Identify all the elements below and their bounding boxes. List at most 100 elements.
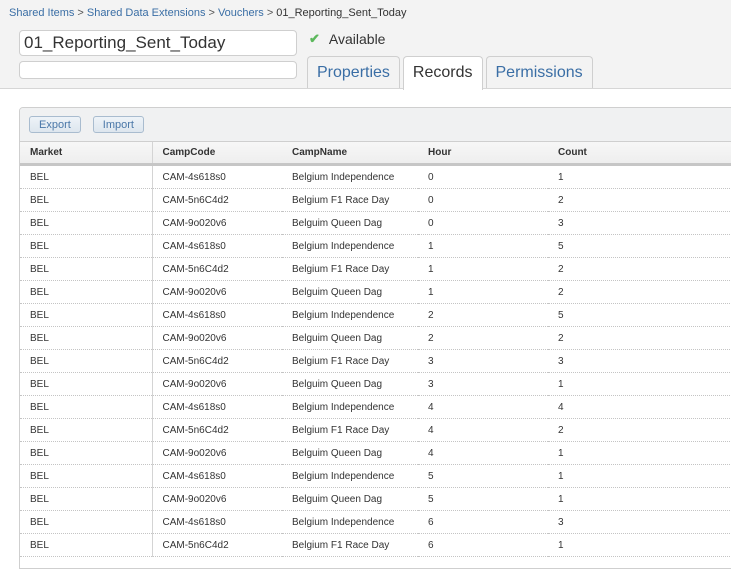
cell-market: BEL	[20, 418, 153, 442]
cell-campname: Belguim Queen Dag	[282, 280, 418, 304]
cell-count: 5	[548, 303, 731, 327]
table-row[interactable]: BEL CAM-5n6C4d2 Belgium F1 Race Day 0 2	[20, 188, 731, 212]
cell-hour: 2	[418, 303, 548, 327]
table-row[interactable]: BEL CAM-9o020v6 Belguim Queen Dag 1 2	[20, 280, 731, 304]
column-header-market[interactable]: Market	[20, 142, 153, 166]
cell-market: BEL	[20, 510, 153, 534]
column-header-campcode[interactable]: CampCode	[152, 142, 282, 166]
cell-market: BEL	[20, 234, 153, 258]
table-row[interactable]: BEL CAM-9o020v6 Belguim Queen Dag 5 1	[20, 487, 731, 511]
cell-count: 2	[548, 326, 731, 350]
breadcrumb-current: 01_Reporting_Sent_Today	[276, 7, 407, 19]
table-header-row: Market CampCode CampName Hour Count	[20, 142, 731, 166]
column-header-hour[interactable]: Hour	[418, 142, 548, 166]
cell-count: 2	[548, 418, 731, 442]
cell-campname: Belguim Queen Dag	[282, 441, 418, 465]
cell-campcode: CAM-9o020v6	[152, 372, 282, 396]
cell-count: 1	[548, 533, 731, 557]
status-indicator: ✔ Available	[309, 31, 385, 47]
table-row[interactable]: BEL CAM-5n6C4d2 Belgium F1 Race Day 4 2	[20, 418, 731, 442]
cell-market: BEL	[20, 464, 153, 488]
cell-market: BEL	[20, 164, 153, 189]
table-row[interactable]: BEL CAM-9o020v6 Belguim Queen Dag 0 3	[20, 211, 731, 235]
cell-hour: 5	[418, 464, 548, 488]
cell-count: 3	[548, 510, 731, 534]
cell-count: 1	[548, 372, 731, 396]
cell-campcode: CAM-4s618s0	[152, 164, 282, 189]
cell-market: BEL	[20, 487, 153, 511]
cell-campname: Belgium Independence	[282, 303, 418, 327]
records-table: Market CampCode CampName Hour Count BEL C…	[20, 142, 731, 557]
cell-hour: 5	[418, 487, 548, 511]
cell-market: BEL	[20, 533, 153, 557]
table-row[interactable]: BEL CAM-5n6C4d2 Belgium F1 Race Day 6 1	[20, 533, 731, 557]
table-row[interactable]: BEL CAM-4s618s0 Belgium Independence 1 5	[20, 234, 731, 258]
table-row[interactable]: BEL CAM-4s618s0 Belgium Independence 5 1	[20, 464, 731, 488]
table-row[interactable]: BEL CAM-5n6C4d2 Belgium F1 Race Day 3 3	[20, 349, 731, 373]
check-icon: ✔	[309, 31, 320, 46]
cell-hour: 4	[418, 418, 548, 442]
cell-campcode: CAM-5n6C4d2	[152, 418, 282, 442]
tab-permissions[interactable]: Permissions	[485, 56, 593, 88]
cell-campname: Belgium Independence	[282, 234, 418, 258]
cell-campcode: CAM-9o020v6	[152, 280, 282, 304]
tab-properties[interactable]: Properties	[307, 56, 400, 88]
cell-campcode: CAM-9o020v6	[152, 326, 282, 350]
cell-campcode: CAM-9o020v6	[152, 487, 282, 511]
cell-count: 4	[548, 395, 731, 419]
cell-campname: Belgium F1 Race Day	[282, 257, 418, 281]
cell-count: 3	[548, 349, 731, 373]
cell-campname: Belgium F1 Race Day	[282, 349, 418, 373]
column-header-campname[interactable]: CampName	[282, 142, 418, 166]
cell-campcode: CAM-4s618s0	[152, 464, 282, 488]
cell-market: BEL	[20, 326, 153, 350]
cell-campcode: CAM-4s618s0	[152, 395, 282, 419]
table-row[interactable]: BEL CAM-4s618s0 Belgium Independence 0 1	[20, 164, 731, 189]
cell-hour: 6	[418, 533, 548, 557]
cell-campname: Belgium Independence	[282, 395, 418, 419]
breadcrumb-separator: >	[266, 7, 274, 19]
status-label: Available	[328, 31, 386, 47]
cell-campcode: CAM-5n6C4d2	[152, 257, 282, 281]
records-toolbar: Export Import	[20, 108, 731, 142]
cell-hour: 0	[418, 188, 548, 212]
cell-hour: 0	[418, 211, 548, 235]
cell-market: BEL	[20, 349, 153, 373]
table-row[interactable]: BEL CAM-4s618s0 Belgium Independence 4 4	[20, 395, 731, 419]
cell-count: 3	[548, 211, 731, 235]
column-header-count[interactable]: Count	[548, 142, 731, 166]
breadcrumb-separator: >	[77, 7, 84, 19]
table-row[interactable]: BEL CAM-9o020v6 Belguim Queen Dag 2 2	[20, 326, 731, 350]
table-row[interactable]: BEL CAM-4s618s0 Belgium Independence 2 5	[20, 303, 731, 327]
import-button[interactable]: Import	[92, 116, 144, 133]
table-row[interactable]: BEL CAM-5n6C4d2 Belgium F1 Race Day 1 2	[20, 257, 731, 281]
cell-count: 1	[548, 464, 731, 488]
breadcrumb-link-shared-items[interactable]: Shared Items	[9, 7, 74, 19]
tab-records[interactable]: Records	[402, 56, 483, 90]
cell-hour: 2	[418, 326, 548, 350]
cell-hour: 3	[418, 372, 548, 396]
breadcrumb: Shared Items > Shared Data Extensions > Vouc…	[9, 7, 407, 19]
tab-bar: Properties Records Permissions	[307, 56, 596, 90]
name-input[interactable]	[19, 30, 297, 56]
cell-campname: Belgium F1 Race Day	[282, 418, 418, 442]
cell-count: 5	[548, 234, 731, 258]
table-body: BEL CAM-4s618s0 Belgium Independence 0 1 BEL C…	[20, 164, 731, 557]
header: Shared Items > Shared Data Extensions > Vouc…	[0, 0, 731, 90]
breadcrumb-link-vouchers[interactable]: Vouchers	[218, 7, 264, 19]
export-button[interactable]: Export	[29, 116, 81, 133]
cell-count: 2	[548, 280, 731, 304]
cell-count: 1	[548, 487, 731, 511]
description-input[interactable]	[19, 61, 297, 79]
cell-campcode: CAM-5n6C4d2	[152, 188, 282, 212]
cell-hour: 4	[418, 395, 548, 419]
table-row[interactable]: BEL CAM-9o020v6 Belguim Queen Dag 3 1	[20, 372, 731, 396]
table-row[interactable]: BEL CAM-9o020v6 Belguim Queen Dag 4 1	[20, 441, 731, 465]
cell-hour: 0	[418, 164, 548, 189]
cell-campcode: CAM-5n6C4d2	[152, 349, 282, 373]
table-row[interactable]: BEL CAM-4s618s0 Belgium Independence 6 3	[20, 510, 731, 534]
cell-campcode: CAM-9o020v6	[152, 211, 282, 235]
cell-hour: 1	[418, 234, 548, 258]
cell-count: 1	[548, 441, 731, 465]
breadcrumb-link-shared-data-extensions[interactable]: Shared Data Extensions	[87, 7, 206, 19]
